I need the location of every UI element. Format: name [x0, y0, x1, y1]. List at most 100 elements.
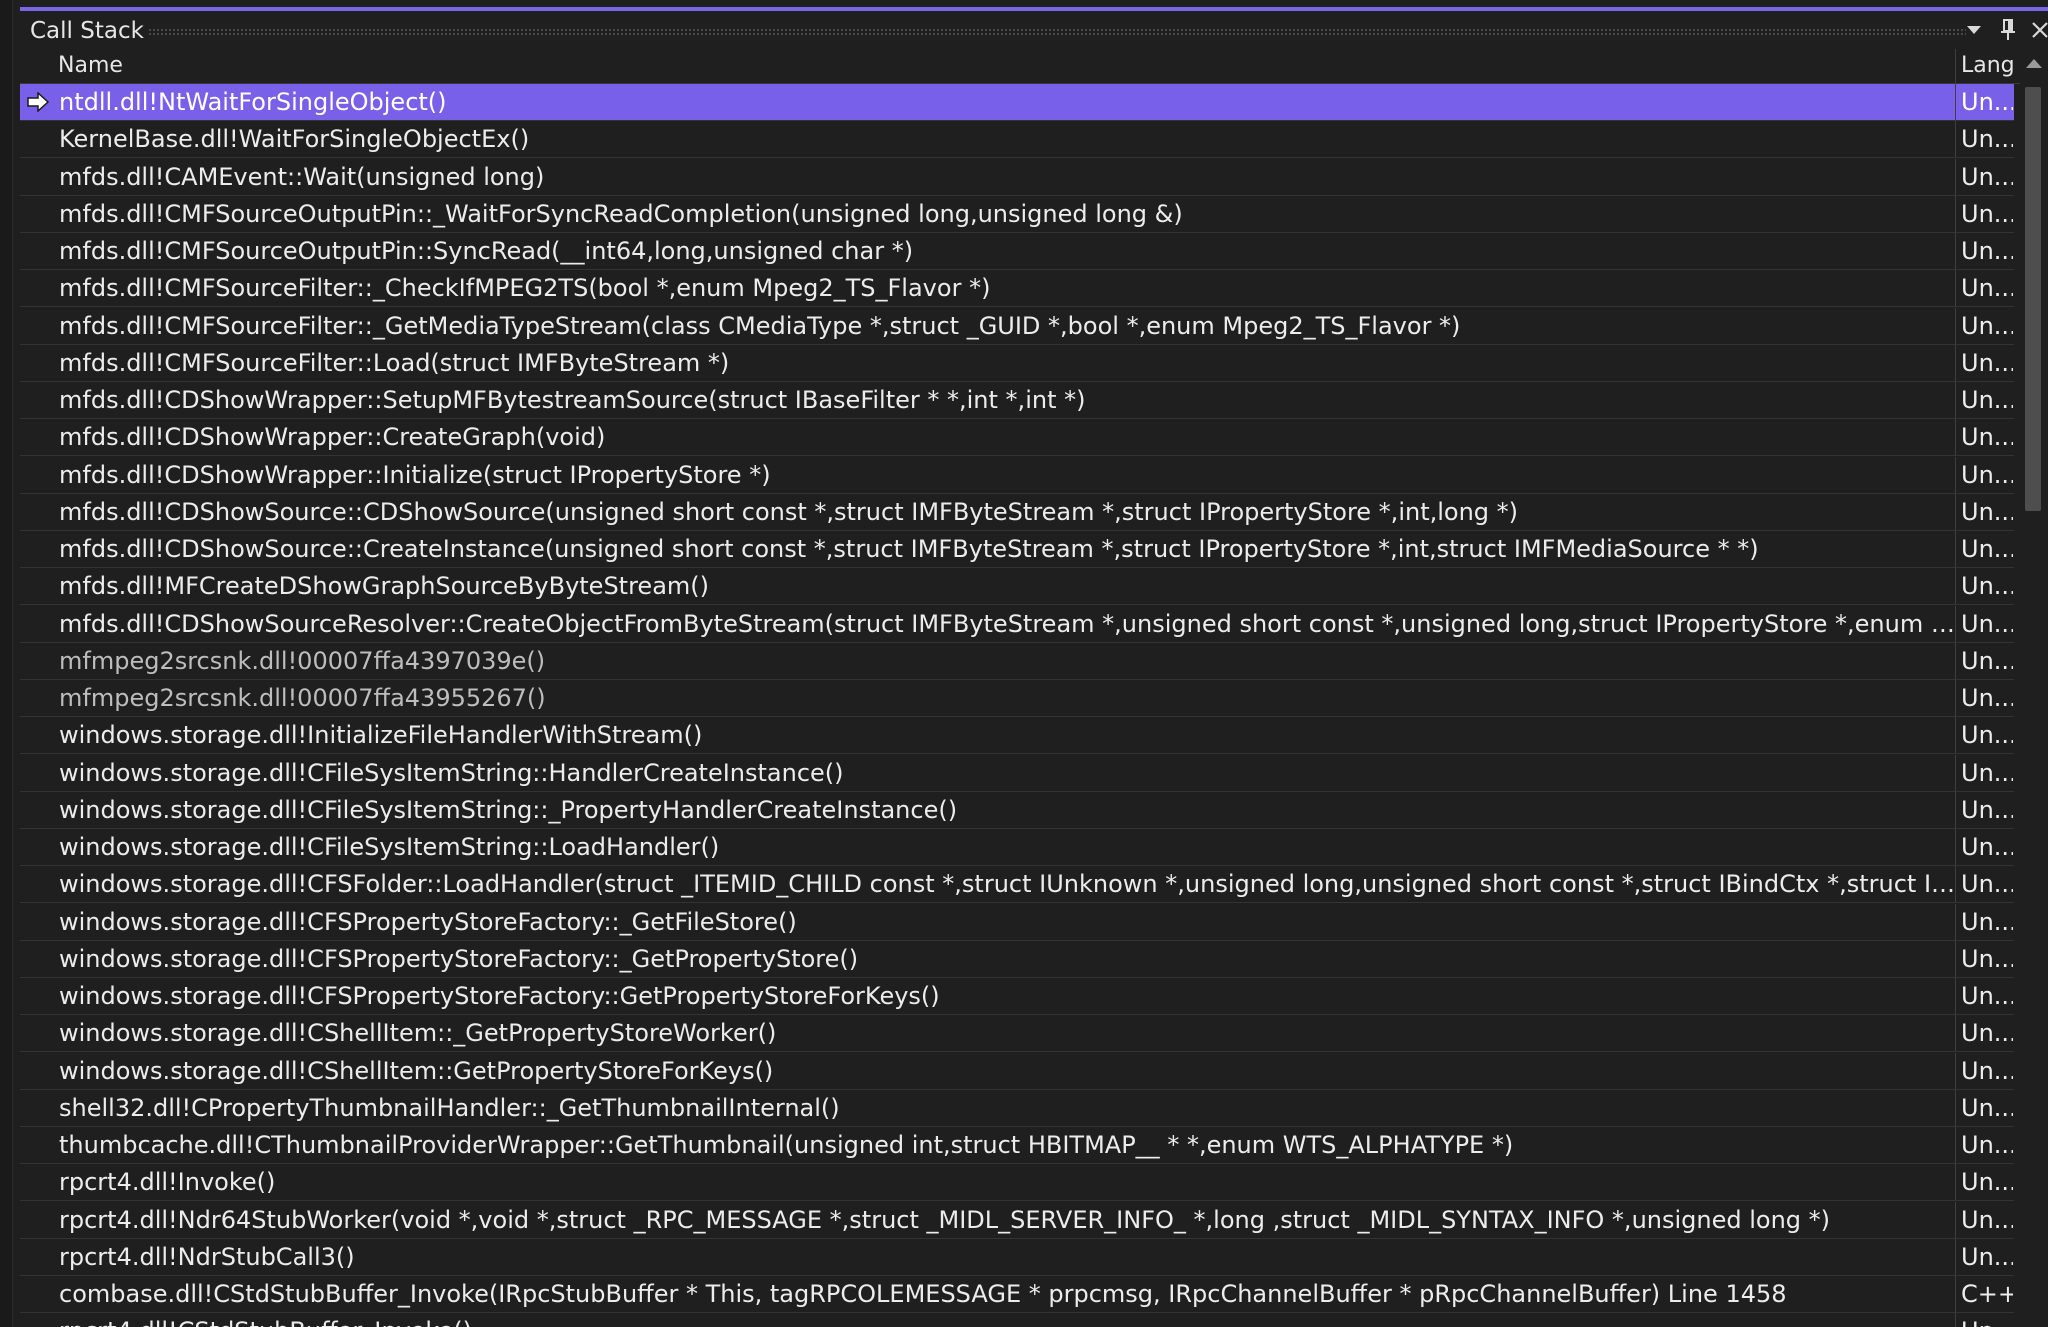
frame-marker-gutter: [20, 1276, 56, 1312]
call-stack-row[interactable]: mfds.dll!CDShowWrapper::Initialize(struc…: [20, 457, 2014, 494]
call-stack-row[interactable]: rpcrt4.dll!CStdStubBuffer_Invoke()Un...: [20, 1313, 2014, 1327]
column-divider: [1955, 308, 1956, 344]
frame-language-cell: Un...: [1961, 1313, 2013, 1327]
call-stack-row[interactable]: rpcrt4.dll!NdrStubCall3() Un...: [20, 1239, 2014, 1276]
column-divider: [1955, 419, 1956, 455]
frame-marker-gutter: [20, 829, 56, 865]
column-header-name[interactable]: Name: [58, 49, 1968, 83]
column-divider: [1955, 121, 1956, 157]
call-stack-row[interactable]: windows.storage.dll!CFSFolder::LoadHandl…: [20, 866, 2014, 903]
frame-language-cell: Un...: [1961, 908, 2013, 936]
call-stack-row[interactable]: windows.storage.dll!CFSPropertyStoreFact…: [20, 941, 2014, 978]
call-stack-row[interactable]: shell32.dll!CPropertyThumbnailHandler::_…: [20, 1090, 2014, 1127]
frame-marker-gutter: [20, 233, 56, 269]
frame-language-cell: Un...: [1961, 125, 2013, 153]
column-divider: [1955, 904, 1956, 940]
call-stack-row[interactable]: mfds.dll!CMFSourceOutputPin::_WaitForSyn…: [20, 196, 2014, 233]
chevron-down-icon: [1967, 26, 1981, 34]
frame-language-cell: Un...: [1961, 982, 2013, 1010]
call-stack-row[interactable]: windows.storage.dll!CFileSysItemString::…: [20, 829, 2014, 866]
call-stack-row[interactable]: mfds.dll!CMFSourceFilter::Load(struct IM…: [20, 345, 2014, 382]
frame-name-cell: windows.storage.dll!CFSFolder::LoadHandl…: [59, 870, 1964, 898]
frame-name-cell: mfds.dll!CMFSourceOutputPin::SyncRead(__…: [59, 237, 914, 265]
frame-name-cell: KernelBase.dll!WaitForSingleObjectEx(): [59, 125, 530, 153]
frame-language-cell: Un...: [1961, 461, 2013, 489]
frame-marker-gutter: [20, 159, 56, 195]
frame-name-cell: windows.storage.dll!CFSPropertyStoreFact…: [59, 908, 797, 936]
frame-marker-gutter: [20, 531, 56, 567]
frame-name-cell: windows.storage.dll!CFileSysItemString::…: [59, 759, 844, 787]
call-stack-row[interactable]: windows.storage.dll!CFileSysItemString::…: [20, 792, 2014, 829]
call-stack-row[interactable]: mfds.dll!CMFSourceFilter::_CheckIfMPEG2T…: [20, 270, 2014, 307]
call-stack-row[interactable]: combase.dll!CStdStubBuffer_Invoke(IRpcSt…: [20, 1276, 2014, 1313]
column-divider: [1955, 792, 1956, 828]
call-stack-row[interactable]: mfds.dll!CMFSourceFilter::_GetMediaTypeS…: [20, 308, 2014, 345]
frame-name-cell: rpcrt4.dll!Ndr64StubWorker(void *,void *…: [59, 1206, 1831, 1234]
call-stack-row[interactable]: mfds.dll!CMFSourceOutputPin::SyncRead(__…: [20, 233, 2014, 270]
frame-name-cell: mfds.dll!CAMEvent::Wait(unsigned long): [59, 163, 545, 191]
call-stack-row[interactable]: windows.storage.dll!CFileSysItemString::…: [20, 755, 2014, 792]
scroll-up-arrow-icon[interactable]: [2026, 59, 2042, 68]
call-stack-row-current[interactable]: ntdll.dll!NtWaitForSingleObject() Un...: [20, 84, 2014, 121]
column-divider: [1955, 159, 1956, 195]
pin-icon: [2001, 19, 2015, 40]
titlebar-grip[interactable]: [148, 28, 1966, 36]
frame-language-cell: Un...: [1961, 163, 2013, 191]
frame-name-cell: mfds.dll!CMFSourceFilter::Load(struct IM…: [59, 349, 730, 377]
column-divider: [1955, 233, 1956, 269]
column-divider: [1955, 680, 1956, 716]
panel-title: Call Stack: [30, 18, 144, 44]
frame-marker-gutter: [20, 1127, 56, 1163]
frame-marker-gutter: [20, 84, 56, 120]
left-tool-strip: [0, 0, 13, 1327]
frame-name-cell: rpcrt4.dll!NdrStubCall3(): [59, 1243, 355, 1271]
call-stack-row[interactable]: mfmpeg2srcsnk.dll!00007ffa4397039e() Un..…: [20, 643, 2014, 680]
frame-marker-gutter: [20, 1313, 56, 1327]
call-stack-row[interactable]: mfds.dll!CDShowWrapper::CreateGraph(void…: [20, 419, 2014, 456]
call-stack-row[interactable]: windows.storage.dll!CShellItem::_GetProp…: [20, 1015, 2014, 1052]
close-panel-button[interactable]: [2024, 14, 2048, 46]
column-divider: [1955, 941, 1956, 977]
panel-titlebar[interactable]: Call Stack: [20, 11, 2048, 49]
column-header-language[interactable]: Lang: [1961, 49, 2015, 83]
call-stack-row[interactable]: rpcrt4.dll!Invoke() Un...: [20, 1164, 2014, 1201]
frame-language-cell: Un...: [1961, 423, 2013, 451]
call-stack-row[interactable]: mfds.dll!CDShowSource::CreateInstance(un…: [20, 531, 2014, 568]
frame-language-cell: Un...: [1961, 200, 2013, 228]
call-stack-row[interactable]: rpcrt4.dll!Ndr64StubWorker(void *,void *…: [20, 1202, 2014, 1239]
window-position-dropdown-button[interactable]: [1958, 14, 1990, 46]
frame-marker-gutter: [20, 717, 56, 753]
vertical-scrollbar[interactable]: [2020, 49, 2048, 1327]
call-stack-row[interactable]: windows.storage.dll!InitializeFileHandle…: [20, 717, 2014, 754]
frame-language-cell: C++: [1961, 1280, 2013, 1308]
frame-name-cell: windows.storage.dll!CFSPropertyStoreFact…: [59, 945, 859, 973]
frame-marker-gutter: [20, 494, 56, 530]
call-stack-row[interactable]: windows.storage.dll!CFSPropertyStoreFact…: [20, 978, 2014, 1015]
call-stack-row[interactable]: windows.storage.dll!CFSPropertyStoreFact…: [20, 904, 2014, 941]
call-stack-row[interactable]: KernelBase.dll!WaitForSingleObjectEx() Un…: [20, 121, 2014, 158]
visual-studio-window: Call Stack Name Lang ntdll.dll!NtWaitFor…: [0, 0, 2048, 1327]
frame-language-cell: Un...: [1961, 572, 2013, 600]
frame-language-cell: Un...: [1961, 498, 2013, 526]
call-stack-row[interactable]: mfds.dll!CDShowSource::CDShowSource(unsi…: [20, 494, 2014, 531]
frame-name-cell: windows.storage.dll!CFSPropertyStoreFact…: [59, 982, 940, 1010]
frame-language-cell: Un...: [1961, 684, 2013, 712]
auto-hide-pin-button[interactable]: [1992, 14, 2024, 46]
call-stack-row[interactable]: mfds.dll!CDShowSourceResolver::CreateObj…: [20, 606, 2014, 643]
frame-language-cell: Un...: [1961, 1131, 2013, 1159]
call-stack-row[interactable]: mfds.dll!CDShowWrapper::SetupMFBytestrea…: [20, 382, 2014, 419]
scrollbar-thumb[interactable]: [2025, 87, 2041, 511]
column-resize-handle[interactable]: [1955, 49, 1956, 83]
column-divider: [1955, 1239, 1956, 1275]
call-stack-row[interactable]: windows.storage.dll!CShellItem::GetPrope…: [20, 1053, 2014, 1090]
call-stack-row[interactable]: thumbcache.dll!CThumbnailProviderWrapper…: [20, 1127, 2014, 1164]
frame-name-cell: windows.storage.dll!CFileSysItemString::…: [59, 833, 720, 861]
frame-marker-gutter: [20, 1015, 56, 1051]
call-stack-row[interactable]: mfmpeg2srcsnk.dll!00007ffa43955267() Un..…: [20, 680, 2014, 717]
frame-language-cell: Un...: [1961, 535, 2013, 563]
call-stack-panel: Call Stack Name Lang ntdll.dll!NtWaitFor…: [20, 11, 2048, 1327]
frame-name-cell: rpcrt4.dll!Invoke(): [59, 1168, 276, 1196]
call-stack-row[interactable]: mfds.dll!MFCreateDShowGraphSourceByByteS…: [20, 568, 2014, 605]
frame-name-cell: windows.storage.dll!InitializeFileHandle…: [59, 721, 703, 749]
call-stack-row[interactable]: mfds.dll!CAMEvent::Wait(unsigned long) Un…: [20, 159, 2014, 196]
